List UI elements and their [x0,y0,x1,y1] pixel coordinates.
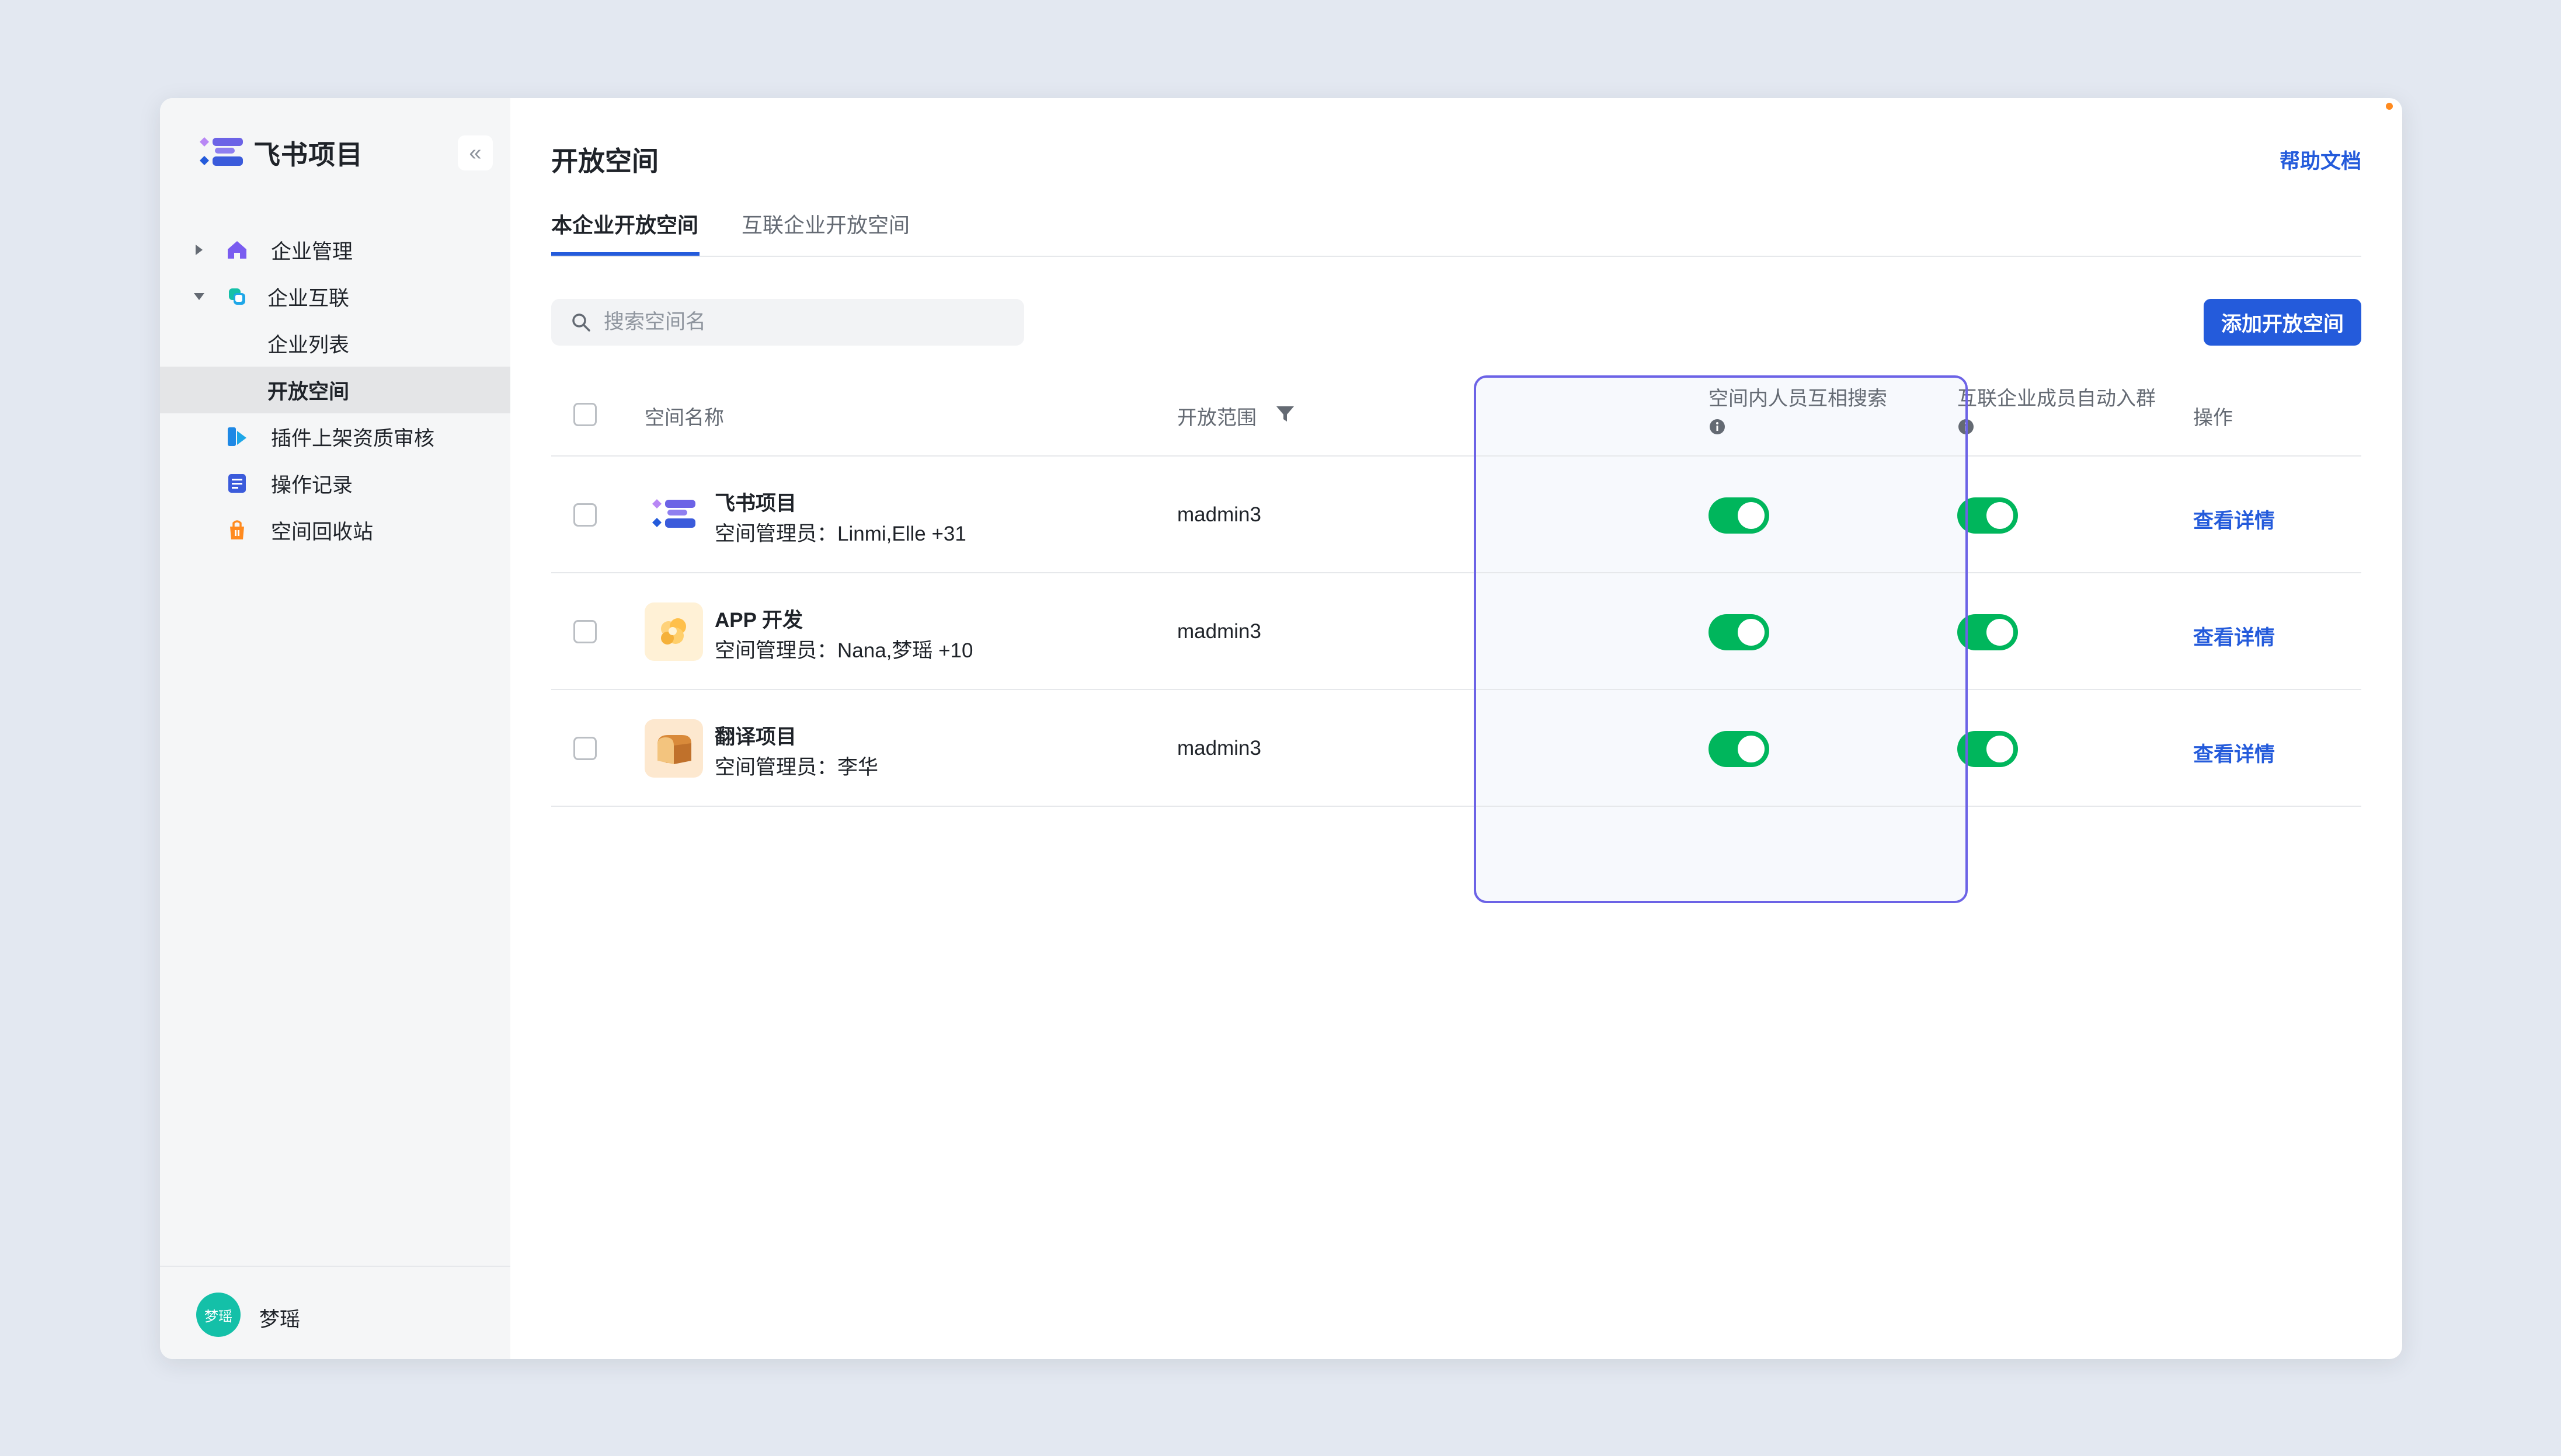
sidebar-item-label: 企业互联 [267,287,350,310]
home-icon [224,237,250,263]
column-header-auto-join: 互联企业成员自动入群 [1957,385,2156,439]
caret-down-icon[interactable] [192,289,207,304]
sidebar-item-label: 空间回收站 [271,520,374,544]
sidebar-item-open-space[interactable]: 开放空间 [160,367,510,413]
toggle-knob [1986,736,2013,762]
sidebar-item-enterprise-management[interactable]: 企业管理 [160,227,510,273]
sidebar-item-label: 企业列表 [267,333,350,357]
space-name: 翻译项目 [715,726,797,748]
space-name: APP 开发 [715,609,803,632]
sidebar-item-operation-log[interactable]: 操作记录 [160,460,510,507]
highlight-column-border [1474,375,1968,903]
tab-bar: 本企业开放空间 互联企业开放空间 [551,209,2361,257]
column-header-scope: 开放范围 [1177,407,1257,429]
sidebar-item-enterprise-interconnect[interactable]: 企业互联 [160,273,510,320]
table-row: 翻译项目 空间管理员：李华 madmin3 查看详情 [551,690,2361,807]
help-docs-link[interactable]: 帮助文档 [2280,145,2361,175]
view-details-link[interactable]: 查看详情 [2193,738,2275,768]
brand-name: 飞书项目 [253,140,363,170]
sidebar-nav: 企业管理 企业互联 企业列表 开放空间 插件上架资质审核 操作记录 空间回收站 [160,227,510,553]
table-row: 飞书项目 空间管理员：Linmi,Elle +31 madmin3 查看详情 [551,457,2361,573]
collapse-sidebar-button[interactable]: « [458,135,493,170]
document-icon [224,471,250,496]
column-header-action: 操作 [2193,407,2233,429]
open-space-table: 空间名称 开放范围 空间内人员互相搜索 互联企业成员自动入群 操作 飞书项目 空… [551,372,2361,807]
double-chevron-left-icon: « [469,141,482,165]
column-header-name: 空间名称 [645,407,724,429]
bread-icon [645,719,703,778]
sidebar-item-plugin-review[interactable]: 插件上架资质审核 [160,413,510,460]
select-all-checkbox[interactable] [573,403,597,426]
feishu-project-logo-icon [645,486,703,544]
caret-right-icon[interactable] [192,242,207,257]
row-checkbox[interactable] [573,737,597,760]
space-scope: madmin3 [1177,737,1261,760]
view-details-link[interactable]: 查看详情 [2193,504,2275,534]
row-checkbox[interactable] [573,503,597,527]
search-icon [572,314,590,332]
search-box[interactable] [551,299,1024,346]
space-admin: 空间管理员：李华 [715,756,879,779]
sidebar-item-recycle-bin[interactable]: 空间回收站 [160,507,510,553]
row-checkbox[interactable] [573,620,597,643]
brand[interactable]: 飞书项目 [197,135,363,170]
sidebar-footer: 梦瑶 梦瑶 [160,1266,510,1359]
add-open-space-button[interactable]: 添加开放空间 [2204,299,2361,346]
space-admin: 空间管理员：Nana,梦瑶 +10 [715,639,973,662]
app-window: 飞书项目 « 企业管理 企业互联 企业列表 开放空间 插件上架资质审核 操作记录… [160,98,2402,1359]
trash-bag-icon [224,517,250,543]
plugin-review-icon [224,424,250,450]
avatar[interactable]: 梦瑶 [196,1293,241,1337]
link-icon [224,284,250,309]
tab-interconnected-open-spaces[interactable]: 互联企业开放空间 [742,209,910,256]
feishu-project-logo-icon [200,137,243,166]
sidebar-item-label: 企业管理 [271,240,353,263]
main-content: 开放空间 帮助文档 本企业开放空间 互联企业开放空间 添加开放空间 空间名称 开… [510,98,2402,1359]
sidebar-item-enterprise-list[interactable]: 企业列表 [160,320,510,367]
user-name[interactable]: 梦瑶 [259,1303,300,1333]
toggle-knob [1986,619,2013,646]
search-input[interactable] [604,311,1012,334]
page-title: 开放空间 [551,146,659,176]
sidebar-item-label: 插件上架资质审核 [271,427,435,450]
toggle-knob [1986,502,2013,529]
sidebar-item-label: 操作记录 [271,473,353,497]
space-scope: madmin3 [1177,503,1261,526]
table-row: APP 开发 空间管理员：Nana,梦瑶 +10 madmin3 查看详情 [551,573,2361,690]
space-admin: 空间管理员：Linmi,Elle +31 [715,523,966,545]
table-header: 空间名称 开放范围 空间内人员互相搜索 互联企业成员自动入群 操作 [551,372,2361,457]
view-details-link[interactable]: 查看详情 [2193,621,2275,651]
popcorn-icon [645,602,703,661]
column-header-auto-join-label: 互联企业成员自动入群 [1957,388,2156,410]
sidebar-item-label: 开放空间 [267,380,350,403]
sidebar: 飞书项目 « 企业管理 企业互联 企业列表 开放空间 插件上架资质审核 操作记录… [160,98,510,1359]
space-scope: madmin3 [1177,620,1261,643]
space-name: 飞书项目 [715,492,797,515]
tab-own-open-spaces[interactable]: 本企业开放空间 [551,209,700,256]
filter-icon[interactable] [1275,404,1295,429]
